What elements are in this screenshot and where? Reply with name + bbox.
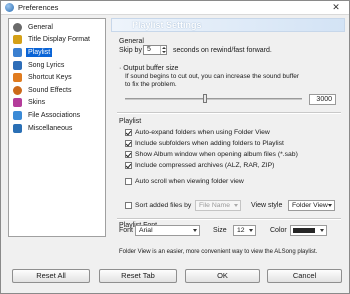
sidebar-item-label: Skins [28, 99, 46, 107]
sort-files-checkbox[interactable] [125, 202, 132, 209]
chevron-down-icon [193, 229, 197, 232]
playlist-icon [13, 47, 22, 57]
buffer-slider-track[interactable] [125, 98, 302, 100]
playlist-option[interactable]: Include subfolders when adding folders t… [125, 139, 284, 148]
sidebar-item-label: Title Display Format [28, 36, 90, 44]
sidebar-item-title-display-format[interactable]: Title Display Format [9, 34, 105, 47]
sidebar-item-sound-effects[interactable]: Sound Effects [9, 84, 105, 97]
section-divider [117, 218, 341, 220]
option-checkbox[interactable] [125, 162, 132, 169]
playlist-option[interactable]: Show Album window when opening album fil… [125, 150, 298, 159]
sort-files-option[interactable]: Sort added files by [125, 201, 191, 210]
sidebar-item-shortcut-keys[interactable]: Shortcut Keys [9, 71, 105, 84]
view-style-dropdown[interactable]: Folder View [288, 200, 335, 211]
buffer-value-field[interactable]: 3000 [309, 94, 336, 105]
title-bar: Preferences ✕ [1, 1, 349, 15]
option-label: Auto scroll when viewing folder view [135, 178, 244, 185]
font-size-value: 12 [237, 227, 245, 234]
settings-panel: Playlist Settings General Skip by 5 seco… [111, 18, 345, 237]
sort-files-label: Sort added files by [135, 202, 192, 209]
speaker-icon [13, 85, 22, 95]
preferences-window: Preferences ✕ General Title Display Forma… [0, 0, 350, 294]
option-checkbox[interactable] [125, 129, 132, 136]
panel-header: Playlist Settings [111, 18, 345, 32]
playlist-option[interactable]: Auto-expand folders when using Folder Vi… [125, 128, 270, 137]
spinner-arrows-icon[interactable] [160, 46, 166, 54]
buffer-slider-thumb[interactable] [202, 94, 207, 103]
sidebar-item-label: General [28, 23, 53, 31]
playlist-option[interactable]: Include compressed archives (ALZ, RAR, Z… [125, 161, 274, 170]
chevron-down-icon [234, 204, 238, 207]
option-label: Include compressed archives (ALZ, RAR, Z… [135, 162, 275, 169]
color-swatch [293, 228, 315, 233]
color-label: Color [270, 227, 287, 234]
skip-suffix-label: seconds on rewind/fast forward. [173, 47, 272, 54]
cancel-button[interactable]: Cancel [267, 269, 342, 283]
sidebar-item-label: Playlist [26, 47, 53, 57]
keys-icon [13, 73, 22, 83]
misc-tools-icon [13, 123, 22, 133]
chevron-down-icon [249, 229, 253, 232]
sidebar-item-label: Sound Effects [28, 86, 72, 94]
page-title: Playlist Settings [132, 20, 202, 30]
skip-seconds-spinner[interactable]: 5 [143, 45, 167, 55]
font-label: Font [119, 227, 134, 234]
font-family-value: Arial [139, 227, 153, 234]
chevron-down-icon [328, 204, 332, 207]
buffer-description-2: to fix the problem. [125, 81, 177, 88]
window-title: Preferences [18, 3, 59, 12]
font-family-dropdown[interactable]: Arial [135, 225, 200, 236]
reset-tab-button[interactable]: Reset Tab [99, 269, 177, 283]
option-checkbox[interactable] [125, 140, 132, 147]
category-sidebar: General Title Display Format Playlist Song … [8, 18, 106, 237]
gear-icon [13, 22, 22, 32]
option-label: Show Album window when opening album fil… [135, 151, 298, 158]
view-style-value: Folder View [292, 202, 328, 209]
section-divider [117, 112, 341, 114]
sidebar-item-song-lyrics[interactable]: Song Lyrics [9, 59, 105, 72]
sidebar-item-label: File Associations [28, 111, 81, 119]
ok-button[interactable]: OK [185, 269, 260, 283]
sidebar-item-skins[interactable]: Skins [9, 97, 105, 110]
sidebar-item-miscellaneous[interactable]: Miscellaneous [9, 122, 105, 135]
app-logo-icon [5, 3, 14, 12]
font-color-picker[interactable] [290, 225, 327, 236]
folder-view-note: Folder View is an easier, more convenien… [119, 249, 318, 255]
skip-by-label: Skip by [119, 47, 142, 54]
size-label: Size [213, 227, 227, 234]
sidebar-item-label: Shortcut Keys [28, 74, 72, 82]
music-note-icon [13, 60, 22, 70]
view-style-label: View style [251, 202, 283, 209]
reset-all-button[interactable]: Reset All [12, 269, 90, 283]
sidebar-item-file-associations[interactable]: File Associations [9, 109, 105, 122]
font-size-dropdown[interactable]: 12 [233, 225, 256, 236]
skip-seconds-value: 5 [147, 46, 151, 53]
option-checkbox[interactable] [125, 151, 132, 158]
close-icon[interactable]: ✕ [326, 2, 346, 13]
sort-by-dropdown[interactable]: File Name [195, 200, 241, 211]
playlist-section-title: Playlist [119, 118, 142, 125]
option-label: Auto-expand folders when using Folder Vi… [135, 129, 270, 136]
playlist-option[interactable]: Auto scroll when viewing folder view [125, 177, 244, 186]
general-section-title: General [119, 38, 144, 45]
file-association-icon [13, 110, 22, 120]
chevron-down-icon [320, 229, 324, 232]
skin-palette-icon [13, 98, 22, 108]
sidebar-item-label: Miscellaneous [28, 124, 73, 132]
buffer-description-1: If sound begins to cut out, you can incr… [125, 73, 300, 80]
option-checkbox[interactable] [125, 178, 132, 185]
option-label: Include subfolders when adding folders t… [135, 140, 284, 147]
sidebar-item-label: Song Lyrics [28, 61, 65, 69]
sidebar-item-general[interactable]: General [9, 21, 105, 34]
title-display-icon [13, 35, 22, 45]
sort-by-value: File Name [199, 202, 230, 209]
sidebar-item-playlist[interactable]: Playlist [9, 46, 105, 59]
buffer-section-title: · Output buffer size [119, 65, 179, 72]
